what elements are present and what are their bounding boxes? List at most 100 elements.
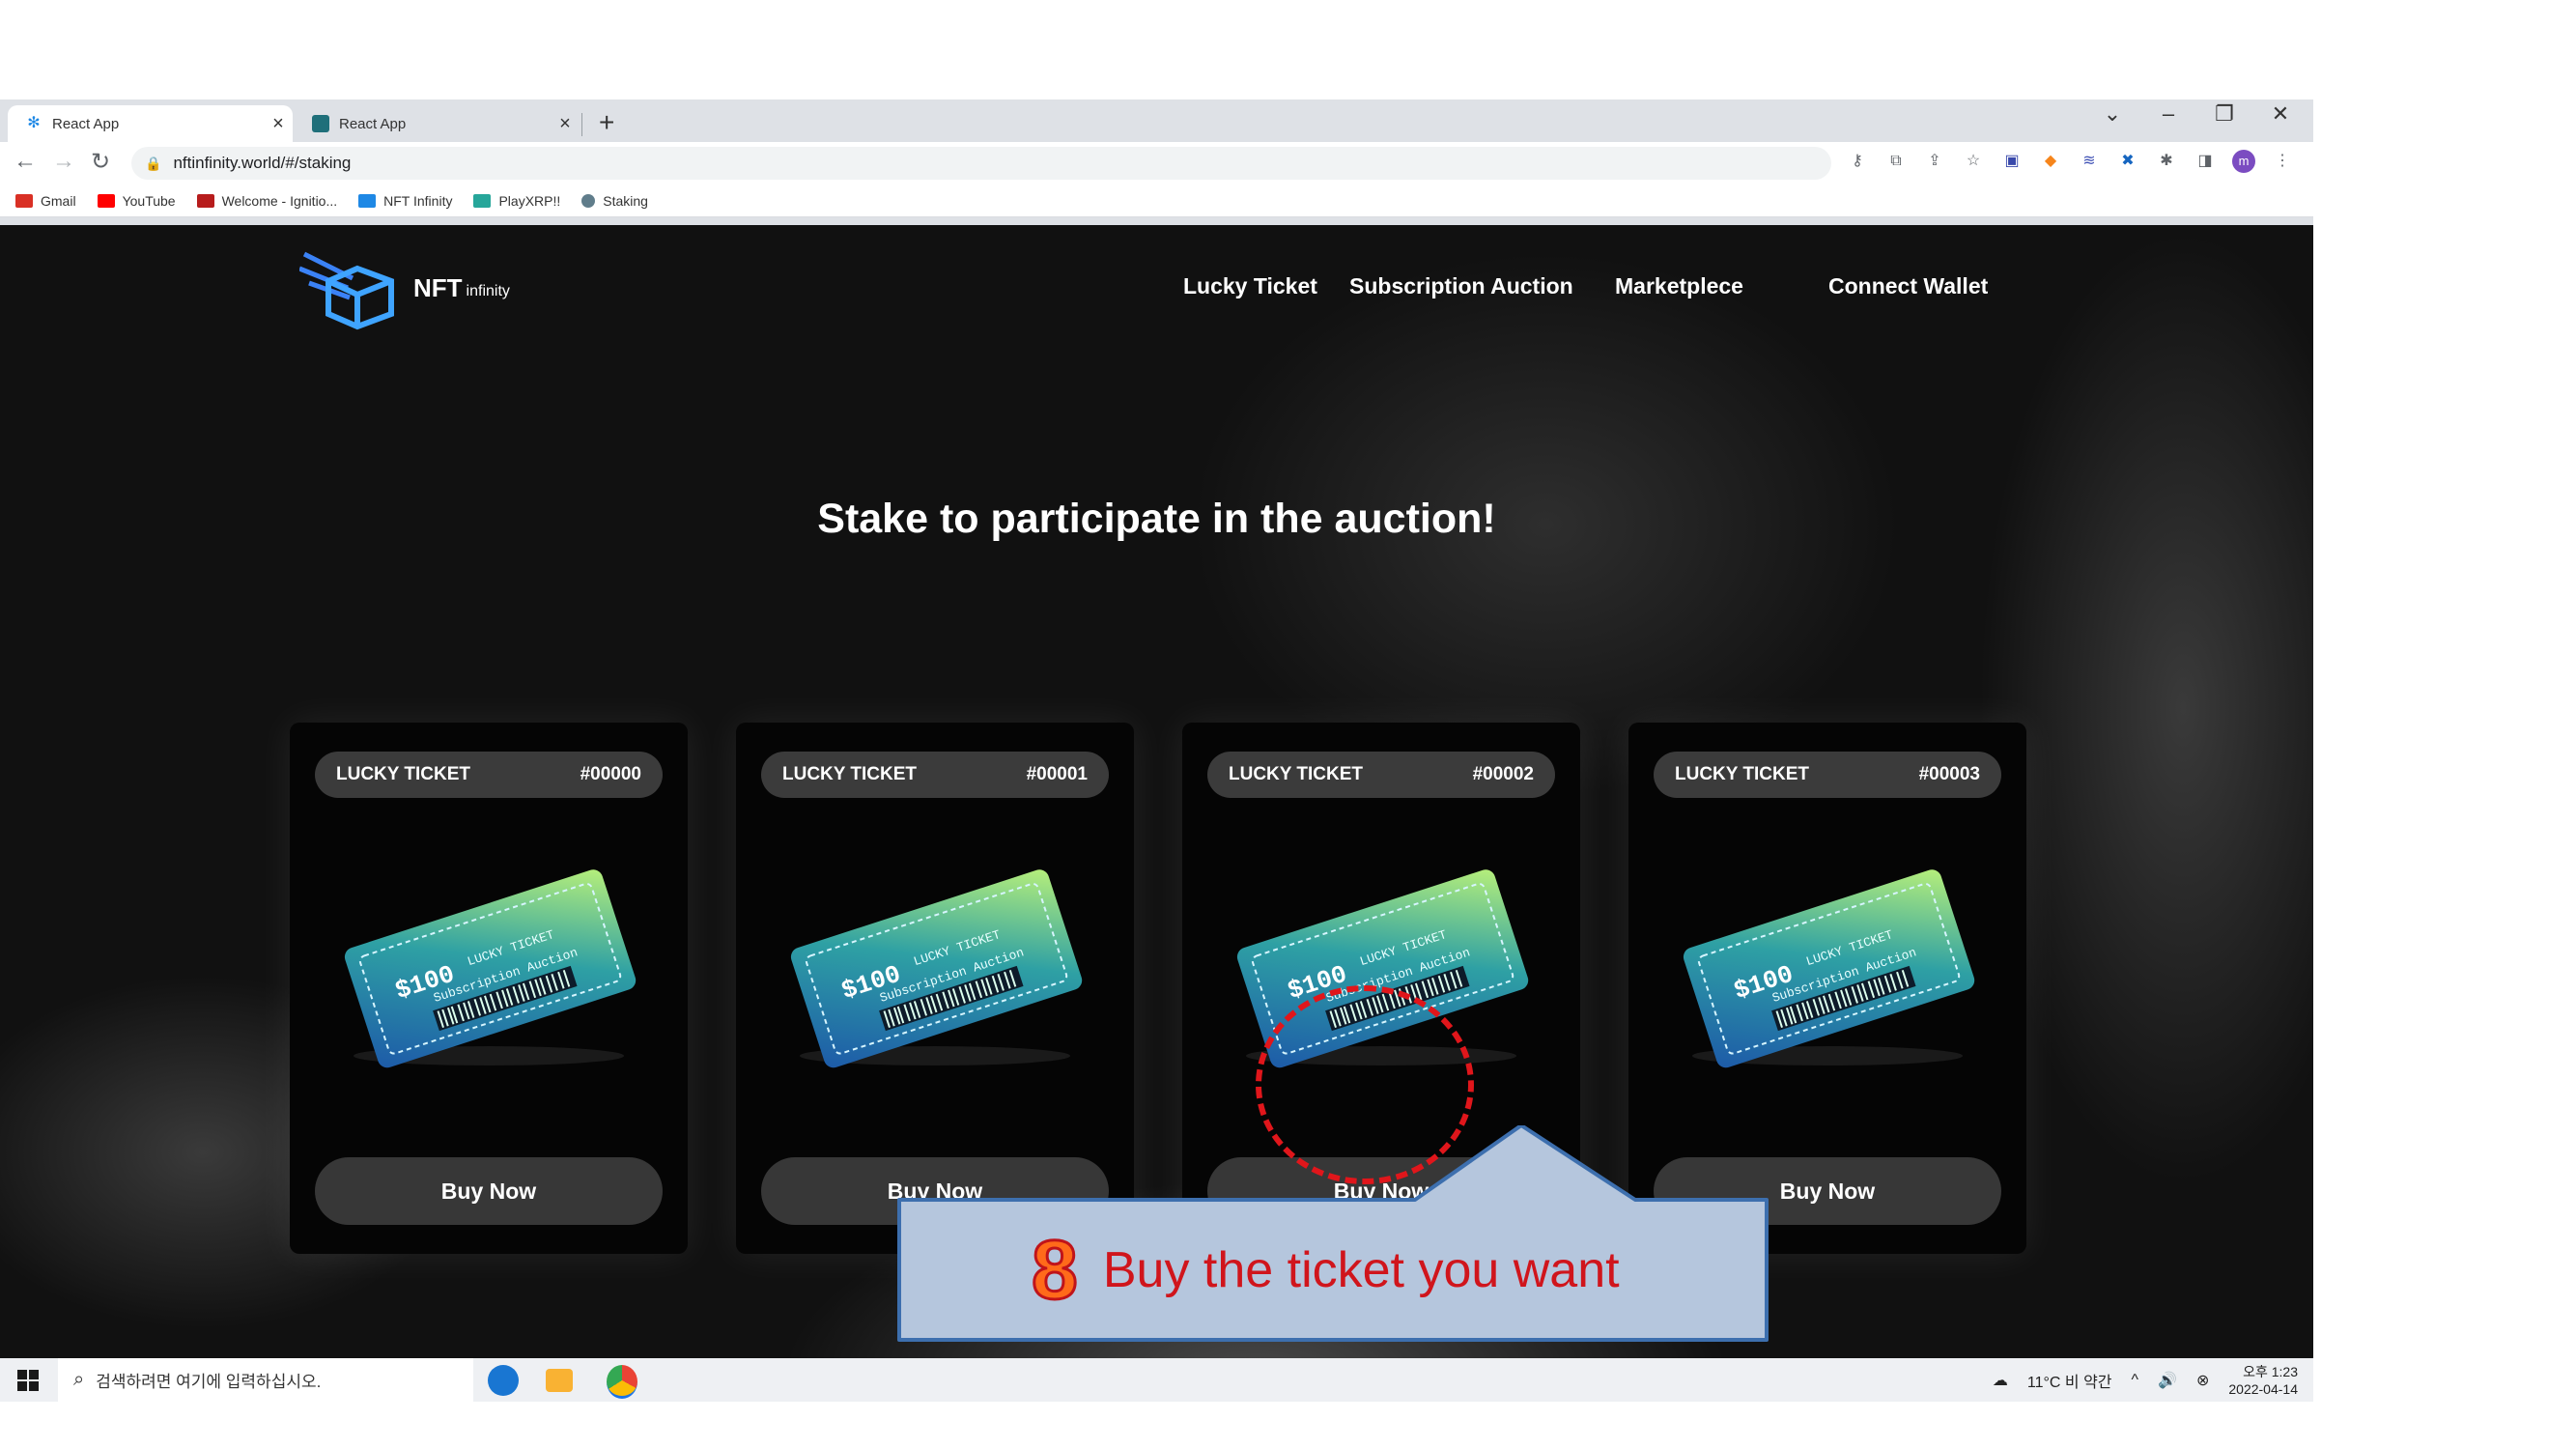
bookmark-label: YouTube <box>122 192 176 209</box>
tab-strip: ✻ React App × React App × + ⌄ – ❐ ✕ <box>0 99 2313 142</box>
ticket-card: LUCKY TICKET #00000 $100 LUCKY TICKET Su… <box>290 723 688 1254</box>
card-label: LUCKY TICKET <box>336 764 470 784</box>
browser-toolbar: ← → ↻ 🔒 nftinfinity.world/#/staking ⚷ ⧉ … <box>0 142 2313 185</box>
card-header: LUCKY TICKET #00003 <box>1654 752 2001 798</box>
address-bar[interactable]: 🔒 nftinfinity.world/#/staking <box>131 147 1831 180</box>
forward-icon[interactable]: → <box>52 148 75 175</box>
weather-icon: ☁ <box>1992 1372 2008 1389</box>
system-tray: ☁ 11°C 비 약간 ^ 🔊 ⊗ 오후 1:23 2022-04-14 <box>1993 1358 2298 1402</box>
close-tab-icon[interactable]: × <box>551 113 580 135</box>
minimize-icon[interactable]: – <box>2155 101 2182 127</box>
card-header: LUCKY TICKET #00002 <box>1207 752 1555 798</box>
bookmark-label: Gmail <box>41 192 76 209</box>
extension-icon[interactable]: ▣ <box>2000 150 2024 173</box>
cube-logo-icon <box>299 251 394 330</box>
tab-title: React App <box>339 115 407 132</box>
translate-icon[interactable]: ⧉ <box>1884 150 1908 173</box>
site-logo[interactable]: NFT infinity <box>299 244 510 331</box>
tab-title: React App <box>52 115 120 132</box>
menu-icon[interactable]: ⋮ <box>2271 150 2294 173</box>
logo-subtext: infinity <box>466 283 510 299</box>
bookmark-gmail[interactable]: Gmail <box>15 193 76 209</box>
lucky-ticket-image: $100 LUCKY TICKET Subscription Auction <box>1683 869 1975 1068</box>
playxrp-icon <box>473 193 492 208</box>
clock-date: 2022-04-14 <box>2228 1380 2298 1397</box>
search-icon: ⌕ <box>73 1369 85 1390</box>
chevron-up-icon[interactable]: ^ <box>2132 1372 2139 1389</box>
star-icon[interactable]: ☆ <box>1962 150 1985 173</box>
connect-wallet-button[interactable]: Connect Wallet <box>1828 273 1988 299</box>
back-icon[interactable]: ← <box>14 148 37 175</box>
lucky-ticket-image: $100 LUCKY TICKET Subscription Auction <box>790 869 1083 1068</box>
card-label: LUCKY TICKET <box>1675 764 1809 784</box>
file-explorer-icon[interactable] <box>546 1369 573 1392</box>
staking-icon <box>581 193 596 208</box>
taskbar-search-input[interactable]: ⌕ 검색하려면 여기에 입력하십시오. <box>58 1358 473 1402</box>
card-header: LUCKY TICKET #00000 <box>315 752 663 798</box>
reload-icon[interactable]: ↻ <box>91 148 110 176</box>
nav-lucky-ticket[interactable]: Lucky Ticket <box>1183 273 1317 299</box>
callout-text: 8 Buy the ticket you want <box>1031 1222 1620 1318</box>
bookmark-label: PlayXRP!! <box>498 192 561 209</box>
nft-infinity-icon <box>358 193 377 208</box>
nav-marketplace[interactable]: Marketplece <box>1615 273 1743 299</box>
bookmark-label: NFT Infinity <box>383 192 453 209</box>
tab-react-app-1[interactable]: ✻ React App × <box>8 105 293 142</box>
key-icon[interactable]: ⚷ <box>1846 150 1869 173</box>
page-title: Stake to participate in the auction! <box>817 496 1496 542</box>
step-number: 8 <box>1031 1222 1080 1318</box>
metamask-icon[interactable]: ◆ <box>2039 150 2062 173</box>
ignition-icon <box>196 193 214 208</box>
extension-icon[interactable]: ✖ <box>2116 150 2139 173</box>
card-number: #00000 <box>580 764 641 784</box>
close-window-icon[interactable]: ✕ <box>2267 101 2294 127</box>
clock-time: 오후 1:23 <box>2243 1363 2298 1379</box>
close-tab-icon[interactable]: × <box>264 113 293 135</box>
weather-text[interactable]: 11°C 비 약간 <box>2027 1369 2112 1392</box>
card-header: LUCKY TICKET #00001 <box>761 752 1109 798</box>
volume-icon[interactable]: 🔊 <box>2158 1371 2177 1390</box>
step-instruction: Buy the ticket you want <box>1102 1242 1620 1298</box>
bookmark-staking[interactable]: Staking <box>581 193 648 209</box>
card-label: LUCKY TICKET <box>782 764 917 784</box>
clock[interactable]: 오후 1:23 2022-04-14 <box>2228 1363 2298 1398</box>
restore-icon[interactable]: ❐ <box>2211 101 2238 127</box>
card-number: #00002 <box>1472 764 1534 784</box>
new-tab-button[interactable]: + <box>599 107 614 138</box>
tab-search-icon[interactable]: ⌄ <box>2099 101 2126 127</box>
url-text: nftinfinity.world/#/staking <box>173 154 352 172</box>
card-number: #00001 <box>1026 764 1088 784</box>
card-label: LUCKY TICKET <box>1229 764 1363 784</box>
tab-react-app-2[interactable]: React App × <box>295 105 580 142</box>
nav-subscription-auction[interactable]: Subscription Auction <box>1349 273 1573 299</box>
bookmarks-bar: Gmail YouTube Welcome - Ignitio... NFT I… <box>0 185 2313 217</box>
chrome-icon[interactable] <box>607 1365 637 1399</box>
extension-icon[interactable]: ≋ <box>2078 150 2101 173</box>
bookmark-label: Staking <box>603 192 648 209</box>
window-controls: ⌄ – ❐ ✕ <box>2099 101 2294 127</box>
bookmark-youtube[interactable]: YouTube <box>97 192 176 209</box>
lock-icon: 🔒 <box>145 155 162 171</box>
share-icon[interactable]: ⇪ <box>1923 150 1946 173</box>
logo-text: NFT <box>413 272 463 302</box>
app-favicon-icon <box>312 115 329 132</box>
network-icon[interactable]: ⊗ <box>2196 1371 2209 1390</box>
edge-icon[interactable] <box>488 1365 519 1396</box>
bookmark-nft-infinity[interactable]: NFT Infinity <box>358 193 452 209</box>
sidepanel-icon[interactable]: ◨ <box>2194 150 2217 173</box>
windows-taskbar: ⌕ 검색하려면 여기에 입력하십시오. ☁ 11°C 비 약간 ^ 🔊 ⊗ 오후… <box>0 1358 2313 1402</box>
search-placeholder: 검색하려면 여기에 입력하십시오. <box>96 1373 322 1391</box>
windows-start-icon[interactable] <box>17 1370 39 1391</box>
gmail-icon <box>15 193 33 208</box>
bookmark-ignition[interactable]: Welcome - Ignitio... <box>196 193 337 209</box>
buy-now-button[interactable]: Buy Now <box>315 1157 663 1225</box>
tab-separator <box>581 113 582 136</box>
lucky-ticket-image: $100 LUCKY TICKET Subscription Auction <box>344 869 637 1068</box>
react-icon: ✻ <box>27 115 41 131</box>
youtube-icon <box>97 193 115 208</box>
profile-avatar[interactable]: m <box>2232 150 2255 173</box>
extensions-area: ⚷ ⧉ ⇪ ☆ ▣ ◆ ≋ ✖ ✱ ◨ m ⋮ <box>1846 150 2294 173</box>
card-number: #00003 <box>1918 764 1980 784</box>
bookmark-playxrp[interactable]: PlayXRP!! <box>473 193 560 209</box>
puzzle-icon[interactable]: ✱ <box>2155 150 2178 173</box>
